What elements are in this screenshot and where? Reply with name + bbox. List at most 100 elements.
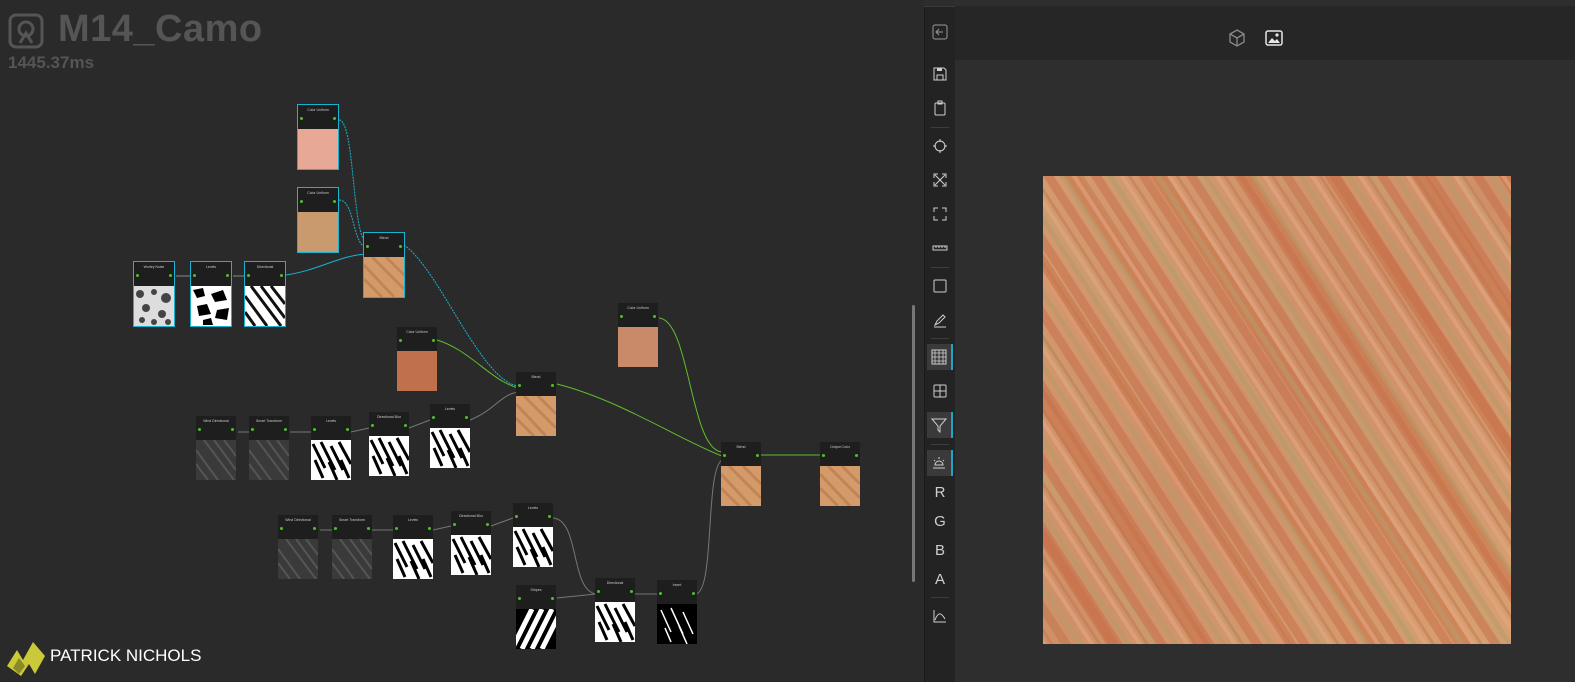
node-header[interactable]: Directional bbox=[245, 262, 285, 286]
input-pin[interactable] bbox=[659, 592, 662, 595]
input-pin[interactable] bbox=[193, 274, 196, 277]
graph-node[interactable]: Smart Transform bbox=[331, 515, 373, 580]
graph-scrollbar[interactable] bbox=[912, 305, 915, 582]
graph-node[interactable]: Worley Noise bbox=[133, 261, 175, 327]
output-pin[interactable] bbox=[226, 274, 229, 277]
clipboard-icon[interactable] bbox=[927, 95, 953, 121]
input-pin[interactable] bbox=[518, 384, 521, 387]
graph-node[interactable]: Wind Directional bbox=[277, 515, 319, 580]
graph-node[interactable]: Color Uniform bbox=[397, 327, 437, 391]
graph-node[interactable]: Color Uniform bbox=[297, 187, 339, 253]
node-header[interactable]: Blend bbox=[364, 233, 404, 257]
input-pin[interactable] bbox=[399, 339, 402, 342]
input-pin[interactable] bbox=[822, 454, 825, 457]
graph-node[interactable]: Smart Transform bbox=[248, 416, 290, 481]
input-pin[interactable] bbox=[251, 428, 254, 431]
save-icon[interactable] bbox=[927, 61, 953, 87]
node-header[interactable]: Directional Blur bbox=[369, 412, 409, 436]
node-header[interactable]: Wind Directional bbox=[278, 515, 318, 539]
channel-r-button[interactable]: R bbox=[927, 479, 953, 505]
graph-node[interactable]: Blend bbox=[719, 442, 763, 508]
frame-icon[interactable] bbox=[927, 273, 953, 299]
input-pin[interactable] bbox=[247, 274, 250, 277]
output-pin[interactable] bbox=[346, 428, 349, 431]
output-pin[interactable] bbox=[486, 523, 489, 526]
output-pin[interactable] bbox=[399, 245, 402, 248]
node-graph-canvas[interactable]: M14_Camo 1445.37ms Color Uniform Color Un… bbox=[0, 0, 924, 682]
output-pin[interactable] bbox=[653, 315, 656, 318]
graph-node[interactable]: Invert bbox=[657, 580, 697, 645]
input-pin[interactable] bbox=[136, 274, 139, 277]
graph-node[interactable]: Directional Blur bbox=[369, 412, 411, 477]
output-pin[interactable] bbox=[231, 428, 234, 431]
input-pin[interactable] bbox=[198, 428, 201, 431]
node-header[interactable]: Stripes bbox=[516, 585, 556, 609]
2d-view-image-icon[interactable] bbox=[1262, 26, 1286, 50]
node-header[interactable]: Directional bbox=[595, 578, 635, 602]
node-header[interactable]: Output Color bbox=[820, 442, 860, 466]
checker-background-icon[interactable] bbox=[927, 344, 953, 370]
fullscreen-icon[interactable] bbox=[927, 201, 953, 227]
output-pin[interactable] bbox=[169, 274, 172, 277]
node-header[interactable]: Blend bbox=[721, 442, 761, 466]
graph-node[interactable]: Stripes bbox=[509, 585, 565, 651]
node-header[interactable]: Color Uniform bbox=[618, 303, 658, 327]
output-pin[interactable] bbox=[548, 515, 551, 518]
node-header[interactable]: Worley Noise bbox=[134, 262, 174, 286]
graph-node[interactable]: Directional Blur bbox=[451, 511, 493, 576]
graph-node[interactable]: Directional bbox=[243, 261, 287, 327]
input-pin[interactable] bbox=[300, 117, 303, 120]
graph-node[interactable]: Color Uniform bbox=[618, 303, 658, 367]
graph-node[interactable]: Directional bbox=[595, 578, 637, 643]
output-pin[interactable] bbox=[465, 416, 468, 419]
node-header[interactable]: Levels bbox=[393, 515, 433, 539]
node-header[interactable]: Levels bbox=[513, 503, 553, 527]
node-header[interactable]: Levels bbox=[430, 404, 470, 428]
graph-node[interactable]: Levels bbox=[513, 503, 555, 568]
output-pin[interactable] bbox=[756, 454, 759, 457]
graph-node[interactable]: Wind Directional bbox=[195, 416, 237, 481]
histogram-icon[interactable] bbox=[927, 603, 953, 629]
graph-node[interactable]: Blend bbox=[514, 372, 558, 438]
highlighter-icon[interactable] bbox=[927, 307, 953, 333]
input-pin[interactable] bbox=[620, 315, 623, 318]
input-pin[interactable] bbox=[453, 523, 456, 526]
channel-a-button[interactable]: A bbox=[927, 566, 953, 592]
input-pin[interactable] bbox=[518, 597, 521, 600]
input-pin[interactable] bbox=[334, 527, 337, 530]
target-icon[interactable] bbox=[927, 133, 953, 159]
input-pin[interactable] bbox=[515, 515, 518, 518]
collapse-panel-icon[interactable] bbox=[927, 19, 953, 45]
graph-node[interactable]: Output Color bbox=[818, 442, 862, 508]
graph-node[interactable]: Levels bbox=[190, 261, 232, 327]
output-pin[interactable] bbox=[280, 274, 283, 277]
node-header[interactable]: Color Uniform bbox=[298, 105, 338, 129]
output-pin[interactable] bbox=[404, 424, 407, 427]
lighting-icon[interactable] bbox=[927, 450, 953, 476]
output-pin[interactable] bbox=[333, 200, 336, 203]
graph-node[interactable]: Levels bbox=[430, 404, 472, 469]
output-pin[interactable] bbox=[432, 339, 435, 342]
input-pin[interactable] bbox=[395, 527, 398, 530]
input-pin[interactable] bbox=[300, 200, 303, 203]
graph-node[interactable]: Levels bbox=[393, 515, 435, 580]
node-header[interactable]: Blend bbox=[516, 372, 556, 396]
graph-node[interactable]: Blend bbox=[362, 232, 406, 299]
output-pin[interactable] bbox=[551, 384, 554, 387]
node-header[interactable]: Color Uniform bbox=[397, 327, 437, 351]
output-pin[interactable] bbox=[313, 527, 316, 530]
texture-preview[interactable] bbox=[1043, 176, 1511, 644]
input-pin[interactable] bbox=[723, 454, 726, 457]
node-header[interactable]: Invert bbox=[657, 580, 697, 604]
graph-node[interactable]: Color Uniform bbox=[297, 104, 339, 170]
expand-icon[interactable] bbox=[927, 167, 953, 193]
input-pin[interactable] bbox=[371, 424, 374, 427]
node-header[interactable]: Directional Blur bbox=[451, 511, 491, 535]
channel-b-button[interactable]: B bbox=[927, 537, 953, 563]
graph-node[interactable]: Levels bbox=[311, 416, 353, 481]
output-pin[interactable] bbox=[367, 527, 370, 530]
output-pin[interactable] bbox=[284, 428, 287, 431]
3d-view-cube-icon[interactable] bbox=[1225, 26, 1249, 50]
output-pin[interactable] bbox=[551, 597, 554, 600]
node-header[interactable]: Smart Transform bbox=[332, 515, 372, 539]
